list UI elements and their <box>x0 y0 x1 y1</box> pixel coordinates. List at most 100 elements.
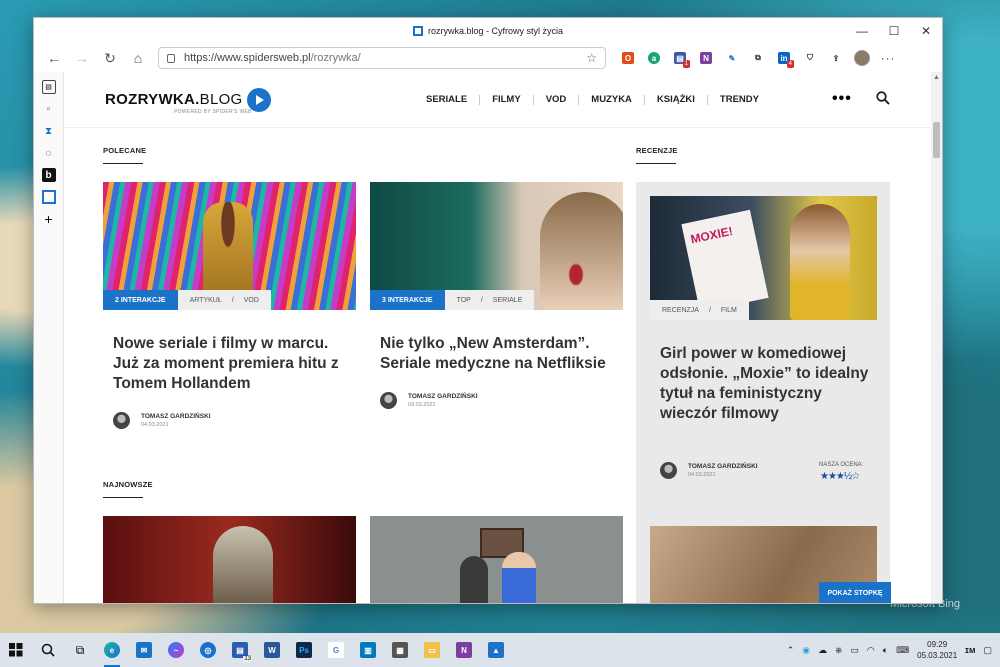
sidebar-rozrywka-icon[interactable] <box>41 190 56 204</box>
back-button[interactable]: ← <box>40 46 68 70</box>
article-author[interactable]: TOMASZ GARDZIŃSKI 04.03.2021 <box>113 412 211 429</box>
taskbar-clock[interactable]: 09:29 05.03.2021 <box>917 639 957 661</box>
article-image-newest-1[interactable] <box>103 516 356 603</box>
settings-more-button[interactable]: ··· <box>876 47 900 69</box>
app-tray-icon[interactable]: ɪᴍ <box>965 645 975 655</box>
sidebar-messenger-icon[interactable]: ◌ <box>42 146 56 160</box>
title-bar: rozrywka.blog - Cyfrowy styl życia — ☐ ✕ <box>34 18 942 44</box>
battery-tray-icon[interactable]: ▭ <box>850 645 859 656</box>
nav-seriale[interactable]: SERIALE <box>414 95 481 105</box>
sidebar-onenote-icon[interactable]: ▫ <box>42 102 56 116</box>
onenote-taskbar-icon[interactable]: N <box>448 633 480 667</box>
extension-shield-button[interactable]: ⛉ <box>798 47 822 69</box>
web-page: ROZRYWKA.BLOG POWERED BY SPIDER'S WEB SE… <box>64 72 942 603</box>
category-tag[interactable]: TOP <box>457 297 471 304</box>
main-nav: SERIALE FILMY VOD MUZYKA KSIĄŻKI TRENDY <box>414 72 771 128</box>
photos-taskbar-icon[interactable]: ▲ <box>480 633 512 667</box>
notifications-icon[interactable]: ▢ <box>983 645 992 656</box>
article-image-newest-2[interactable] <box>370 516 623 603</box>
article-date: 04.03.2021 <box>141 422 169 428</box>
site-logo[interactable]: ROZRYWKA.BLOG <box>105 87 271 112</box>
file-explorer-taskbar-icon[interactable]: ▤ 13 <box>224 633 256 667</box>
sidebar-bing-icon[interactable]: b <box>41 168 56 182</box>
interactions-badge[interactable]: 3 INTERAKCJE <box>370 290 445 310</box>
moxie-zine-prop: MOXIE! <box>681 209 769 313</box>
sidebar-news-icon[interactable]: ▤ <box>41 80 56 94</box>
photoshop-taskbar-icon[interactable]: Ps <box>288 633 320 667</box>
tag-separator: / <box>480 296 483 304</box>
article-title[interactable]: Nowe seriale i filmy w marcu. Już za mom… <box>113 334 355 394</box>
article-tags-1: 2 INTERAKCJE ARTYKUŁ / VOD <box>103 290 271 310</box>
browser-toolbar: ← → ↻ ⌂ https://www.spidersweb.pl /rozry… <box>34 44 942 72</box>
category-tag[interactable]: FILM <box>721 307 737 314</box>
calculator-taskbar-icon[interactable]: ▦ <box>384 633 416 667</box>
google-taskbar-icon[interactable]: G <box>320 633 352 667</box>
windows-taskbar: ⧉ e ✉ ~ ◎ ▤ 13 W Ps G ▥ ▦ ▭ N ▲ ⌃ ◉ ☁ ⎈ ▭… <box>0 633 1000 667</box>
minimize-button[interactable]: — <box>846 18 878 44</box>
keyboard-tray-icon[interactable]: ⌨ <box>896 645 909 656</box>
nav-trendy[interactable]: TRENDY <box>708 95 771 105</box>
lock-icon <box>167 53 175 63</box>
extension-onenote-button[interactable]: N <box>694 47 718 69</box>
review-title[interactable]: Girl power w komediowej odsłonie. „Moxie… <box>660 344 870 424</box>
nav-vod[interactable]: VOD <box>534 95 580 105</box>
nav-muzyka[interactable]: MUZYKA <box>579 95 645 105</box>
edge-taskbar-icon[interactable]: e <box>96 633 128 667</box>
extension-collections-button[interactable]: ⧉ <box>746 47 770 69</box>
profile-avatar[interactable] <box>850 47 874 69</box>
category-tag[interactable]: SERIALE <box>493 297 523 304</box>
review-author[interactable]: TOMASZ GARDZIŃSKI 04.03.2021 <box>660 462 758 479</box>
telegram-tray-icon[interactable]: ◉ <box>802 645 810 656</box>
scroll-up-icon[interactable]: ▲ <box>933 74 940 81</box>
share-button[interactable]: ⇪ <box>824 47 848 69</box>
extension-briefcase-button[interactable]: ▤ 1 <box>668 47 692 69</box>
more-menu-icon[interactable]: ••• <box>832 90 852 108</box>
maximize-button[interactable]: ☐ <box>878 18 910 44</box>
extension-linkedin-button[interactable]: in 4 <box>772 47 796 69</box>
article-title[interactable]: Nie tylko „New Amsterdam”. Seriale medyc… <box>380 334 622 374</box>
close-button[interactable]: ✕ <box>910 18 942 44</box>
article-date: 04.03.2021 <box>688 472 716 478</box>
tray-chevron-icon[interactable]: ⌃ <box>787 645 795 656</box>
extension-office-button[interactable]: O <box>616 47 640 69</box>
extension-pen-button[interactable]: ✎ <box>720 47 744 69</box>
page-scrollbar[interactable]: ▲ <box>931 72 942 603</box>
interactions-badge[interactable]: 2 INTERAKCJE <box>103 290 178 310</box>
section-title-polecane: POLECANE <box>103 146 146 164</box>
category-tag[interactable]: VOD <box>244 297 259 304</box>
volume-tray-icon[interactable]: 🔈︎ <box>883 645 888 656</box>
word-taskbar-icon[interactable]: W <box>256 633 288 667</box>
category-tag[interactable]: RECENZJA <box>662 307 699 314</box>
section-title-recenzje: RECENZJE <box>636 146 678 164</box>
wifi-tray-icon[interactable]: ◠ <box>867 645 875 656</box>
nav-ksiazki[interactable]: KSIĄŻKI <box>645 95 708 105</box>
task-view-icon[interactable]: ⧉ <box>64 633 96 667</box>
trello-taskbar-icon[interactable]: ▥ <box>352 633 384 667</box>
add-favorite-icon[interactable]: ☆ <box>586 51 597 65</box>
logo-main-text: ROZRYWKA. <box>105 91 200 108</box>
url-host: https://www.spidersweb.pl <box>184 52 311 64</box>
sidebar-add-icon[interactable]: + <box>42 211 56 227</box>
cloud-tray-icon[interactable]: ☁ <box>818 645 827 656</box>
article-author[interactable]: TOMASZ GARDZIŃSKI 03.03.2021 <box>380 392 478 409</box>
forward-button[interactable]: → <box>68 46 96 70</box>
folder-taskbar-icon[interactable]: ▭ <box>416 633 448 667</box>
author-avatar <box>660 462 677 479</box>
nav-filmy[interactable]: FILMY <box>480 95 534 105</box>
store-taskbar-icon[interactable]: ◎ <box>192 633 224 667</box>
show-footer-button[interactable]: POKAŻ STOPKĘ <box>819 582 891 603</box>
mail-taskbar-icon[interactable]: ✉ <box>128 633 160 667</box>
rating-label: NASZA OCENA: <box>819 462 864 468</box>
messenger-taskbar-icon[interactable]: ~ <box>160 633 192 667</box>
home-button[interactable]: ⌂ <box>124 46 152 70</box>
address-bar[interactable]: https://www.spidersweb.pl /rozrywka/ ☆ <box>158 47 606 69</box>
bluetooth-tray-icon[interactable]: ⎈ <box>835 645 842 656</box>
scrollbar-thumb[interactable] <box>933 122 940 158</box>
extension-amazon-button[interactable]: a <box>642 47 666 69</box>
reload-button[interactable]: ↻ <box>96 46 124 70</box>
search-taskbar-icon[interactable] <box>32 633 64 667</box>
start-button[interactable] <box>0 633 32 667</box>
category-tag[interactable]: ARTYKUŁ <box>190 297 222 304</box>
sidebar-hourglass-icon[interactable]: ⧗ <box>42 124 56 138</box>
search-icon[interactable] <box>876 91 890 105</box>
